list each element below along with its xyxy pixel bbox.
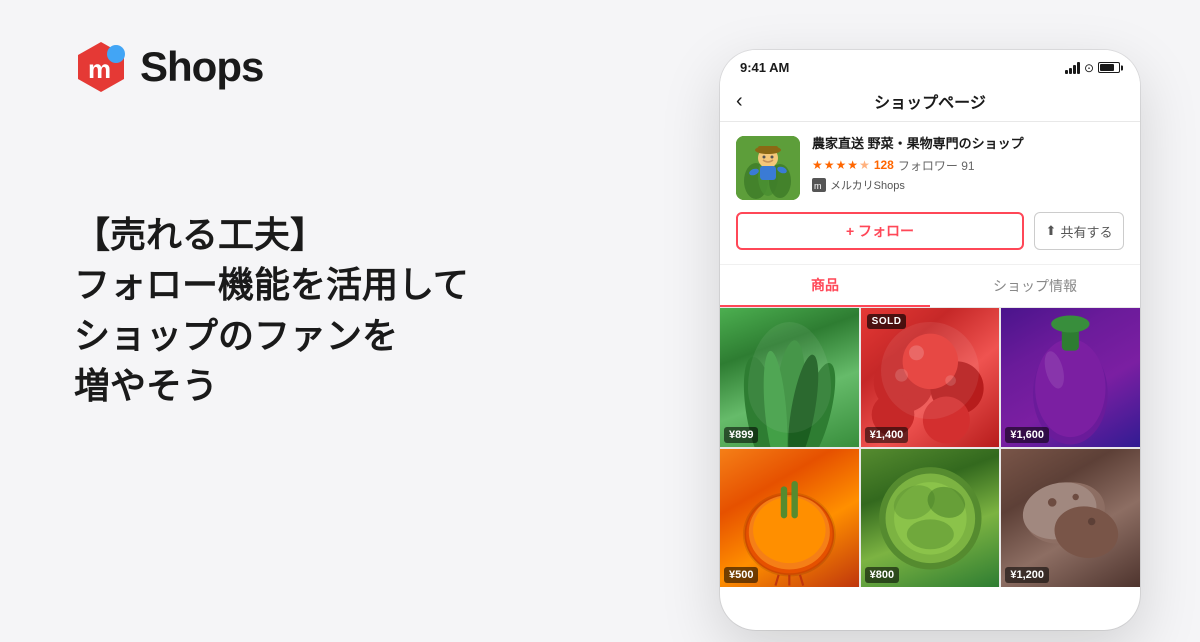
product-price-3: ¥1,600 bbox=[1005, 427, 1049, 443]
copy-line1: 【売れる工夫】 bbox=[74, 210, 469, 260]
mercari-shops-badge-icon: m bbox=[812, 178, 826, 192]
product-item-2[interactable]: SOLD ¥1,400 bbox=[861, 308, 1000, 447]
product-item-6[interactable]: ¥1,200 bbox=[1001, 449, 1140, 588]
tab-shop-info[interactable]: ショップ情報 bbox=[930, 265, 1140, 307]
battery-icon bbox=[1098, 62, 1120, 73]
product-price-6: ¥1,200 bbox=[1005, 567, 1049, 583]
action-buttons: + フォロー ⬆ 共有する bbox=[736, 212, 1124, 250]
back-button[interactable]: ‹ bbox=[736, 90, 766, 113]
star-1: ★ bbox=[812, 158, 823, 172]
phone-mockup: 9:41 AM ⊙ ‹ ショップページ bbox=[720, 50, 1140, 630]
share-label: 共有する bbox=[1060, 222, 1112, 241]
shop-header: 農家直送 野菜・果物専門のショップ ★ ★ ★ ★ ★ 128 フォロワー 91 bbox=[720, 122, 1140, 265]
mercari-logo: m bbox=[74, 40, 128, 94]
shop-details: 農家直送 野菜・果物専門のショップ ★ ★ ★ ★ ★ 128 フォロワー 91 bbox=[812, 136, 1124, 193]
copy-line4: 増やそう bbox=[74, 361, 469, 411]
copy-line2: フォロー機能を活用して bbox=[74, 260, 469, 310]
logo-text: Shops bbox=[140, 43, 263, 91]
status-bar: 9:41 AM ⊙ bbox=[720, 50, 1140, 81]
nav-bar: ‹ ショップページ bbox=[720, 81, 1140, 122]
product-item-5[interactable]: ¥800 bbox=[861, 449, 1000, 588]
star-2: ★ bbox=[824, 158, 835, 172]
sold-badge-2: SOLD bbox=[867, 314, 907, 329]
followers-label: フォロワー 91 bbox=[898, 157, 975, 174]
follow-button[interactable]: + フォロー bbox=[736, 212, 1024, 250]
shop-badge-text: メルカリShops bbox=[830, 177, 905, 193]
product-item-1[interactable]: ¥899 bbox=[720, 308, 859, 447]
product-image-1 bbox=[720, 308, 859, 447]
rating-count: 128 bbox=[874, 158, 894, 172]
shop-avatar-image bbox=[736, 136, 800, 200]
tab-products[interactable]: 商品 bbox=[720, 265, 930, 307]
shop-info: 農家直送 野菜・果物専門のショップ ★ ★ ★ ★ ★ 128 フォロワー 91 bbox=[736, 136, 1124, 200]
header: m Shops bbox=[74, 40, 263, 94]
product-price-5: ¥800 bbox=[865, 567, 899, 583]
star-half: ★ bbox=[859, 158, 870, 172]
shop-name: 農家直送 野菜・果物専門のショップ bbox=[812, 136, 1124, 153]
stars: ★ ★ ★ ★ ★ bbox=[812, 158, 870, 172]
product-image-3 bbox=[1001, 308, 1140, 447]
svg-text:m: m bbox=[88, 54, 111, 84]
signal-icon bbox=[1065, 62, 1080, 74]
product-grid: ¥899 SOLD bbox=[720, 308, 1140, 587]
shop-rating: ★ ★ ★ ★ ★ 128 フォロワー 91 bbox=[812, 157, 1124, 174]
nav-title: ショップページ bbox=[766, 89, 1094, 113]
product-price-1: ¥899 bbox=[724, 427, 758, 443]
product-item-4[interactable]: ¥500 bbox=[720, 449, 859, 588]
share-icon: ⬆ bbox=[1046, 223, 1057, 239]
product-price-2: ¥1,400 bbox=[865, 427, 909, 443]
phone-frame: 9:41 AM ⊙ ‹ ショップページ bbox=[720, 50, 1140, 630]
shop-avatar bbox=[736, 136, 800, 200]
share-button[interactable]: ⬆ 共有する bbox=[1034, 212, 1124, 250]
svg-text:m: m bbox=[814, 181, 822, 191]
copy-line3: ショップのファンを bbox=[74, 311, 469, 361]
wifi-icon: ⊙ bbox=[1084, 61, 1094, 75]
star-4: ★ bbox=[847, 158, 858, 172]
star-3: ★ bbox=[836, 158, 847, 172]
product-item-3[interactable]: ¥1,600 bbox=[1001, 308, 1140, 447]
status-time: 9:41 AM bbox=[740, 60, 789, 75]
shop-badge: m メルカリShops bbox=[812, 177, 1124, 193]
status-icons: ⊙ bbox=[1065, 61, 1120, 75]
main-copy: 【売れる工夫】 フォロー機能を活用して ショップのファンを 増やそう bbox=[74, 210, 469, 412]
tabs: 商品 ショップ情報 bbox=[720, 265, 1140, 308]
product-price-4: ¥500 bbox=[724, 567, 758, 583]
